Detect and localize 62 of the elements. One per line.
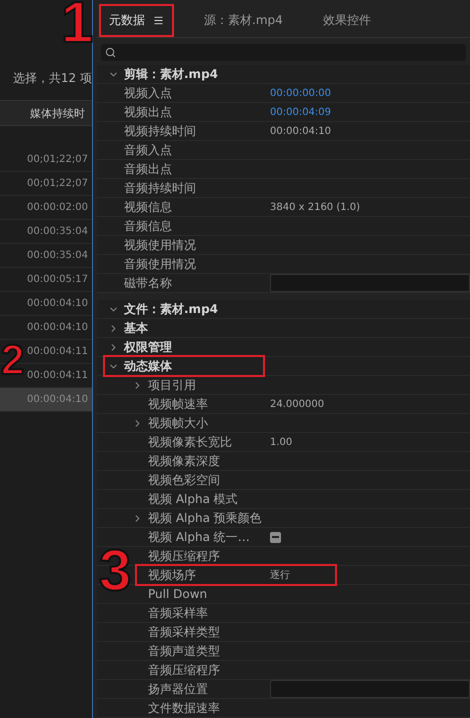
search-field[interactable] — [101, 44, 466, 61]
field-label: 音频信息 — [124, 218, 172, 234]
input-field[interactable] — [270, 680, 470, 698]
field-value: 逐行 — [270, 568, 290, 582]
field-value: 24.000000 — [270, 398, 324, 410]
section-title: 权限管理 — [124, 338, 172, 356]
field-label: 视频信息 — [124, 198, 172, 216]
field-label: 项目引用 — [148, 376, 196, 394]
field-label: 视频色彩空间 — [148, 472, 220, 488]
checkbox[interactable] — [270, 532, 281, 542]
duration-row[interactable]: 00:00:05:17 — [0, 268, 92, 292]
input-field[interactable] — [270, 274, 470, 292]
field-label: 音频出点 — [124, 160, 172, 178]
field-label: 视频 Alpha 模式 — [148, 490, 238, 508]
search-icon — [105, 46, 116, 58]
section-title: 文件：素材.mp4 — [124, 300, 218, 318]
panel-tab[interactable]: 效果控件 — [314, 8, 379, 33]
section-title: 动态媒体 — [124, 358, 172, 374]
field-label: 视频帧速率 — [148, 396, 208, 412]
field-label: 音频采样率 — [148, 604, 208, 622]
field-label: 音频持续时间 — [124, 180, 196, 196]
panel-tab[interactable]: 源：素材.mp4 — [196, 8, 291, 33]
field-label: 视频场序 — [148, 566, 196, 584]
section-title: 剪辑：素材.mp4 — [124, 66, 218, 82]
field-value: 3840 x 2160 (1.0) — [270, 202, 360, 212]
timecode-link[interactable]: 00:00:00:00 — [270, 88, 332, 98]
field-label: 视频像素长宽比 — [148, 434, 232, 450]
field-label: 视频入点 — [124, 84, 172, 102]
duration-row[interactable]: 00:00:02:00 — [0, 196, 92, 220]
annotation-number: 3 — [99, 542, 132, 600]
section-title: 基本 — [124, 320, 148, 336]
field-label: 视频帧大小 — [148, 414, 208, 432]
field-value: 1.00 — [270, 436, 292, 448]
field-label: Pull Down — [148, 587, 208, 601]
field-label: 音频压缩程序 — [148, 662, 220, 678]
duration-row[interactable]: 00:00:04:10 — [0, 292, 92, 316]
panel-tab[interactable]: 元数据 — [101, 8, 172, 33]
field-label: 音频声道类型 — [148, 642, 220, 660]
annotation-number: 1 — [61, 0, 94, 52]
duration-row[interactable]: 00:00:35:04 — [0, 220, 92, 244]
selection-summary: 选择，共12 项 — [12, 71, 92, 85]
duration-row[interactable]: 00;01;22;07 — [0, 148, 92, 172]
menu-icon[interactable] — [153, 14, 164, 26]
field-label: 扬声器位置 — [148, 680, 208, 698]
field-label: 视频压缩程序 — [148, 548, 220, 564]
duration-row[interactable]: 00:00:35:04 — [0, 244, 92, 268]
field-label: 视频像素深度 — [148, 452, 220, 470]
field-label: 视频出点 — [124, 104, 172, 120]
field-label: 视频 Alpha 预乘颜色 — [148, 510, 262, 526]
field-label: 磁带名称 — [124, 274, 172, 292]
field-label: 音频采样类型 — [148, 624, 220, 640]
duration-row[interactable]: 00:00:04:10 — [0, 316, 92, 340]
duration-row[interactable]: 00;01;22;07 — [0, 172, 92, 196]
duration-row[interactable]: 00:00:04:10 — [0, 388, 92, 412]
field-label: 文件数据速率 — [148, 700, 220, 716]
field-label: 音频入点 — [124, 142, 172, 158]
timecode-link[interactable]: 00:00:04:09 — [270, 106, 332, 118]
field-label: 视频 Alpha 统一… — [148, 528, 250, 546]
field-label: 视频使用情况 — [124, 236, 196, 254]
field-value: 00:00:04:10 — [270, 126, 332, 136]
field-label: 视频持续时间 — [124, 122, 196, 140]
field-label: 音频使用情况 — [124, 256, 196, 272]
